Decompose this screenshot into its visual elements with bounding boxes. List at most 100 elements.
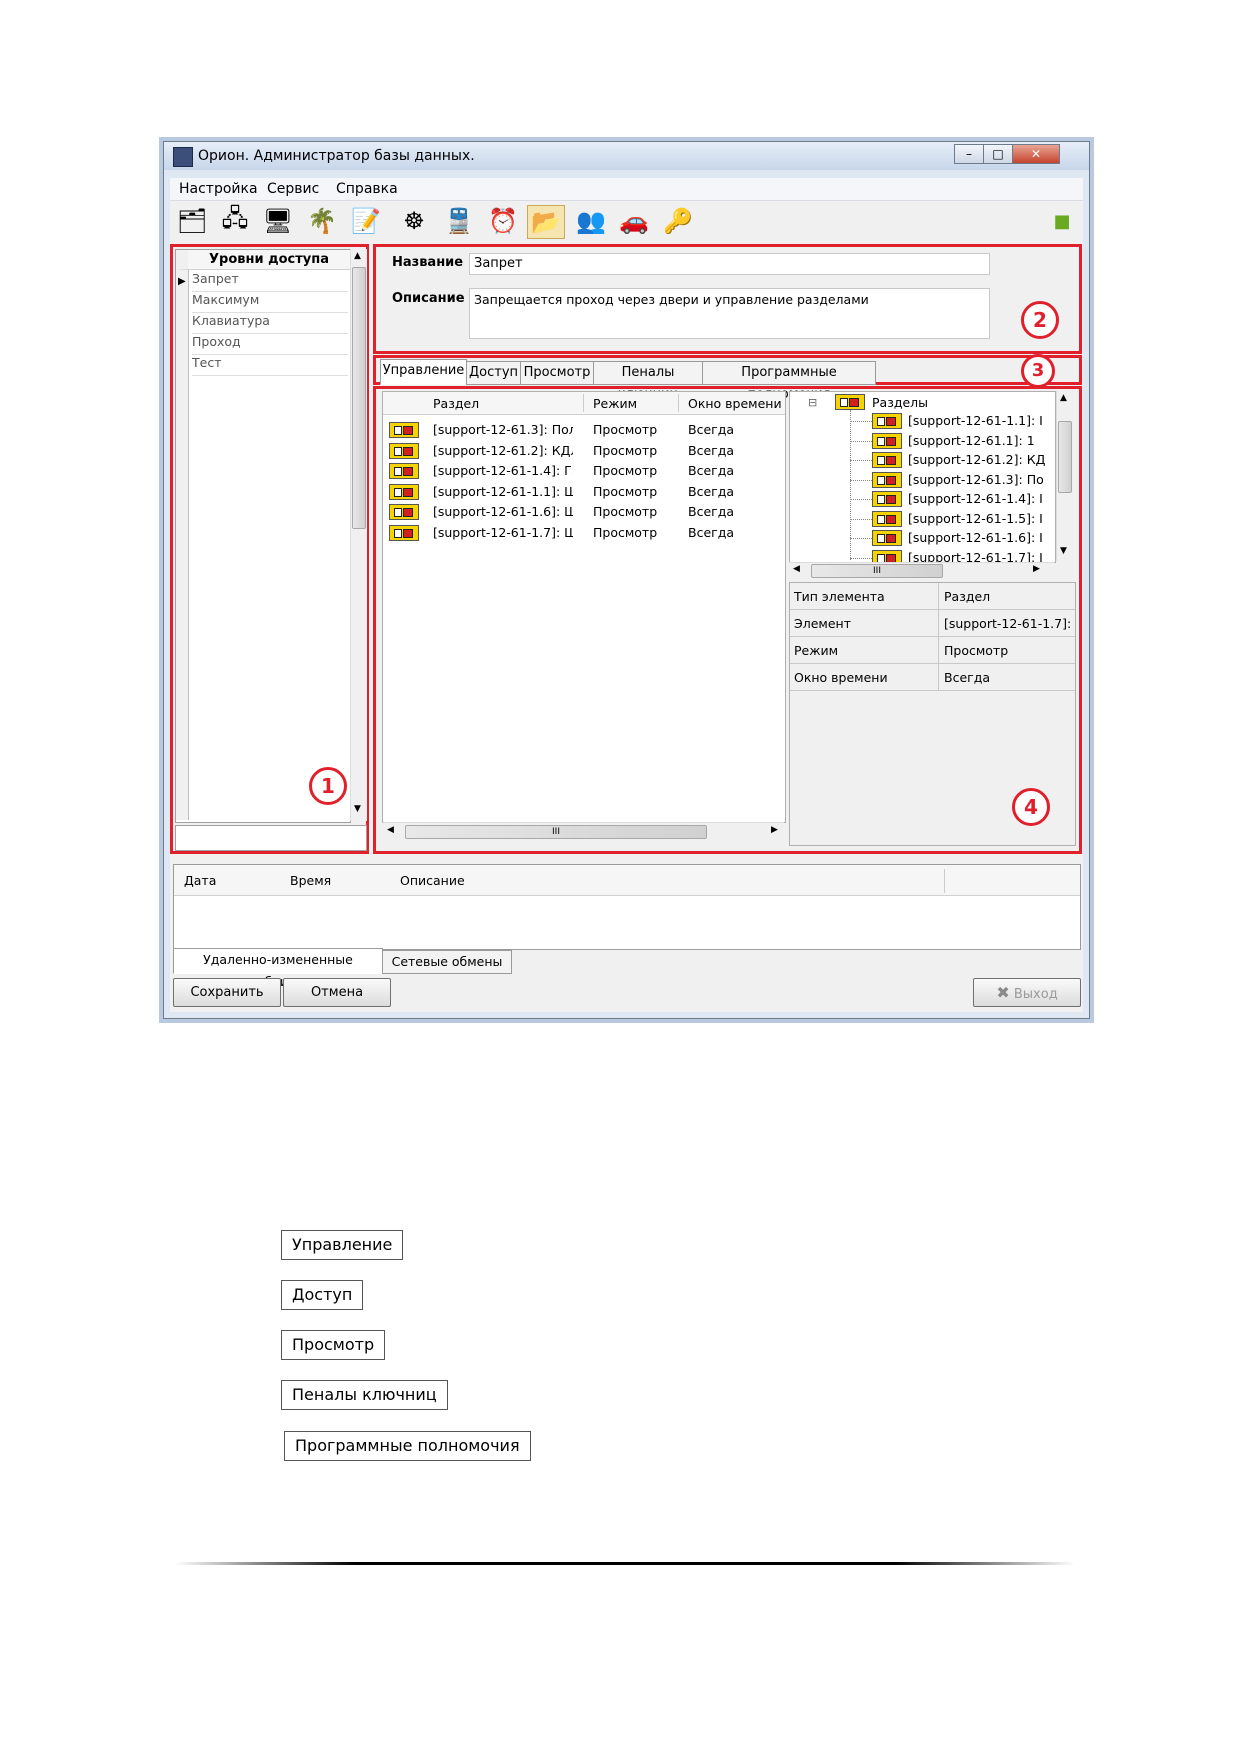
tree-item-label: [support-12-61-1.6]: I — [908, 530, 1043, 545]
table-cell: Просмотр — [593, 483, 658, 499]
property-value: Всегда — [944, 670, 991, 685]
note-icon[interactable]: 📝 — [348, 205, 384, 237]
tab-network-exchanges[interactable]: Сетевые обмены — [382, 950, 512, 974]
tree-item[interactable]: [support-12-61.1]: 1 — [850, 432, 1055, 450]
menu-settings[interactable]: Настройка — [179, 181, 258, 197]
wheel-icon[interactable]: ☸ — [396, 205, 432, 237]
people-icon[interactable]: 👥 — [573, 205, 609, 237]
property-row[interactable]: Элемент [support-12-61-1.7]: I — [790, 610, 1075, 637]
save-button[interactable]: Сохранить — [173, 978, 281, 1007]
property-value: Раздел — [944, 589, 991, 604]
tree-item-label: [support-12-61-1.1]: I — [908, 413, 1043, 428]
scroll-thumb[interactable] — [352, 267, 366, 529]
table-cell: [support-12-61-1.7]: Ш... — [433, 524, 573, 540]
tree-item-label: [support-12-61.2]: КД — [908, 452, 1046, 467]
table-cell: Просмотр — [593, 504, 658, 519]
monitor-icon[interactable]: 🖥 — [260, 205, 296, 237]
menu-service[interactable]: Сервис — [267, 181, 319, 197]
table-row[interactable]: [support-12-61-1.7]: Ш... Просмотр Всегда — [383, 523, 785, 543]
title-bar[interactable]: Орион. Администратор базы данных. – □ ✕ — [164, 142, 1089, 170]
column-header[interactable]: Раздел — [433, 396, 479, 411]
scroll-thumb[interactable]: III — [405, 825, 707, 839]
scroll-up-icon[interactable]: ▲ — [1060, 393, 1067, 403]
column-divider[interactable] — [583, 394, 584, 412]
tree-item[interactable]: [support-12-61.2]: КД — [850, 451, 1055, 469]
menu-help[interactable]: Справка — [336, 181, 398, 197]
column-header[interactable]: Описание — [400, 873, 465, 888]
tab-key-cabinets[interactable]: Пеналы ключниц — [593, 361, 703, 402]
tree-item[interactable]: [support-12-61-1.5]: I — [850, 510, 1055, 528]
minimize-button[interactable]: – — [954, 144, 984, 164]
list-item[interactable]: Тест — [192, 355, 348, 376]
scroll-down-icon[interactable]: ▼ — [354, 804, 361, 814]
tree-hscrollbar[interactable]: ◀ III ▶ — [789, 562, 1054, 579]
sections-grid: Раздел Режим Окно времени [support-12-61… — [382, 391, 786, 823]
name-field[interactable]: Запрет — [469, 253, 990, 275]
scroll-right-icon[interactable]: ▶ — [1033, 564, 1040, 574]
tree-item[interactable]: [support-12-61-1.4]: I — [850, 490, 1055, 508]
tree-collapse-icon[interactable]: ⊟ — [808, 396, 817, 409]
tab-remote-changed-tables[interactable]: Удаленно-измененные таблицы — [173, 948, 383, 989]
scroll-thumb[interactable] — [1058, 421, 1072, 493]
table-row[interactable]: [support-12-61.3]: Пол... Просмотр Всегда — [383, 420, 785, 440]
sections-tree: ⊟ Разделы [support-12-61-1.1]: I [support… — [789, 391, 1056, 566]
scroll-right-icon[interactable]: ▶ — [771, 825, 778, 835]
keys-folder-icon[interactable]: 📂 — [527, 205, 565, 239]
scroll-left-icon[interactable]: ◀ — [387, 825, 394, 835]
tab-access[interactable]: Доступ — [466, 361, 521, 385]
list-vscrollbar[interactable]: ▲ ▼ — [350, 249, 367, 821]
tree-vscrollbar[interactable]: ▲ ▼ — [1056, 391, 1073, 561]
column-header[interactable]: Окно времени — [688, 396, 783, 411]
palm-icon[interactable]: 🌴 — [304, 205, 340, 237]
table-row[interactable]: [support-12-61.2]: КДЛ Просмотр Всегда — [383, 441, 785, 461]
annotation-badge-2: 2 — [1021, 301, 1059, 339]
exit-x-icon: ✖ — [996, 983, 1010, 1002]
property-row[interactable]: Режим Просмотр — [790, 637, 1075, 664]
car-icon[interactable]: 🚗 — [616, 205, 652, 237]
table-cell: Просмотр — [593, 524, 658, 540]
column-divider[interactable] — [678, 394, 679, 412]
access-levels-list: Уровни доступа ▶ Запрет Максимум Клавиат… — [175, 249, 351, 823]
column-divider[interactable] — [944, 869, 945, 893]
exit-button[interactable]: ✖ Выход — [973, 978, 1081, 1007]
user-key-icon[interactable]: 🔑 — [660, 205, 696, 237]
maximize-button[interactable]: □ — [983, 144, 1013, 164]
column-header[interactable]: Дата — [184, 873, 216, 888]
column-header[interactable]: Время — [290, 873, 331, 888]
tree-item[interactable]: [support-12-61.3]: По — [850, 471, 1055, 489]
table-row[interactable]: [support-12-61-1.6]: Ш... Просмотр Всегда — [383, 502, 785, 522]
tab-software-permissions[interactable]: Программные полномочия — [702, 361, 876, 402]
clock-doc-icon[interactable]: ⏰ — [485, 205, 521, 237]
tree-item[interactable]: [support-12-61-1.1]: I — [850, 412, 1055, 430]
description-field[interactable]: Запрещается проход через двери и управле… — [469, 288, 990, 339]
scroll-up-icon[interactable]: ▲ — [354, 251, 361, 261]
app-window: Орион. Администратор базы данных. – □ ✕ … — [163, 141, 1090, 1019]
list-footer-field[interactable] — [175, 825, 367, 851]
list-item[interactable]: Максимум — [192, 292, 348, 313]
tab-view[interactable]: Просмотр — [520, 361, 594, 385]
list-item[interactable]: Клавиатура — [192, 313, 348, 334]
grid-hscrollbar[interactable]: ◀ III ▶ — [383, 822, 784, 841]
scroll-down-icon[interactable]: ▼ — [1060, 546, 1067, 556]
users-list-icon[interactable]: 🗂 — [174, 205, 210, 237]
table-row[interactable]: [support-12-61-1.4]: ГР... Просмотр Всегда — [383, 461, 785, 481]
property-row[interactable]: Тип элемента Раздел — [790, 583, 1075, 610]
list-item[interactable]: Запрет — [192, 271, 348, 292]
table-cell: Просмотр — [593, 422, 658, 437]
tree-root[interactable]: Разделы — [872, 395, 928, 410]
cancel-button[interactable]: Отмена — [283, 978, 391, 1007]
train-icon[interactable]: 🚆 — [441, 205, 477, 237]
column-header[interactable]: Режим — [593, 396, 637, 411]
scroll-left-icon[interactable]: ◀ — [793, 564, 800, 574]
table-row[interactable]: [support-12-61-1.1]: Ш... Просмотр Всегда — [383, 482, 785, 502]
tree-item-label: [support-12-61.3]: По — [908, 471, 1044, 487]
tab-control[interactable]: Управление — [380, 359, 467, 385]
section-icon — [389, 524, 419, 541]
hardware-icon[interactable]: 🖧 — [217, 204, 253, 237]
scroll-thumb[interactable]: III — [811, 564, 943, 578]
tree-item[interactable]: [support-12-61-1.6]: I — [850, 529, 1055, 547]
legend-tab-access: Доступ — [281, 1280, 364, 1310]
property-row[interactable]: Окно времени Всегда — [790, 664, 1075, 691]
close-button[interactable]: ✕ — [1012, 144, 1060, 164]
list-item[interactable]: Проход — [192, 334, 348, 355]
